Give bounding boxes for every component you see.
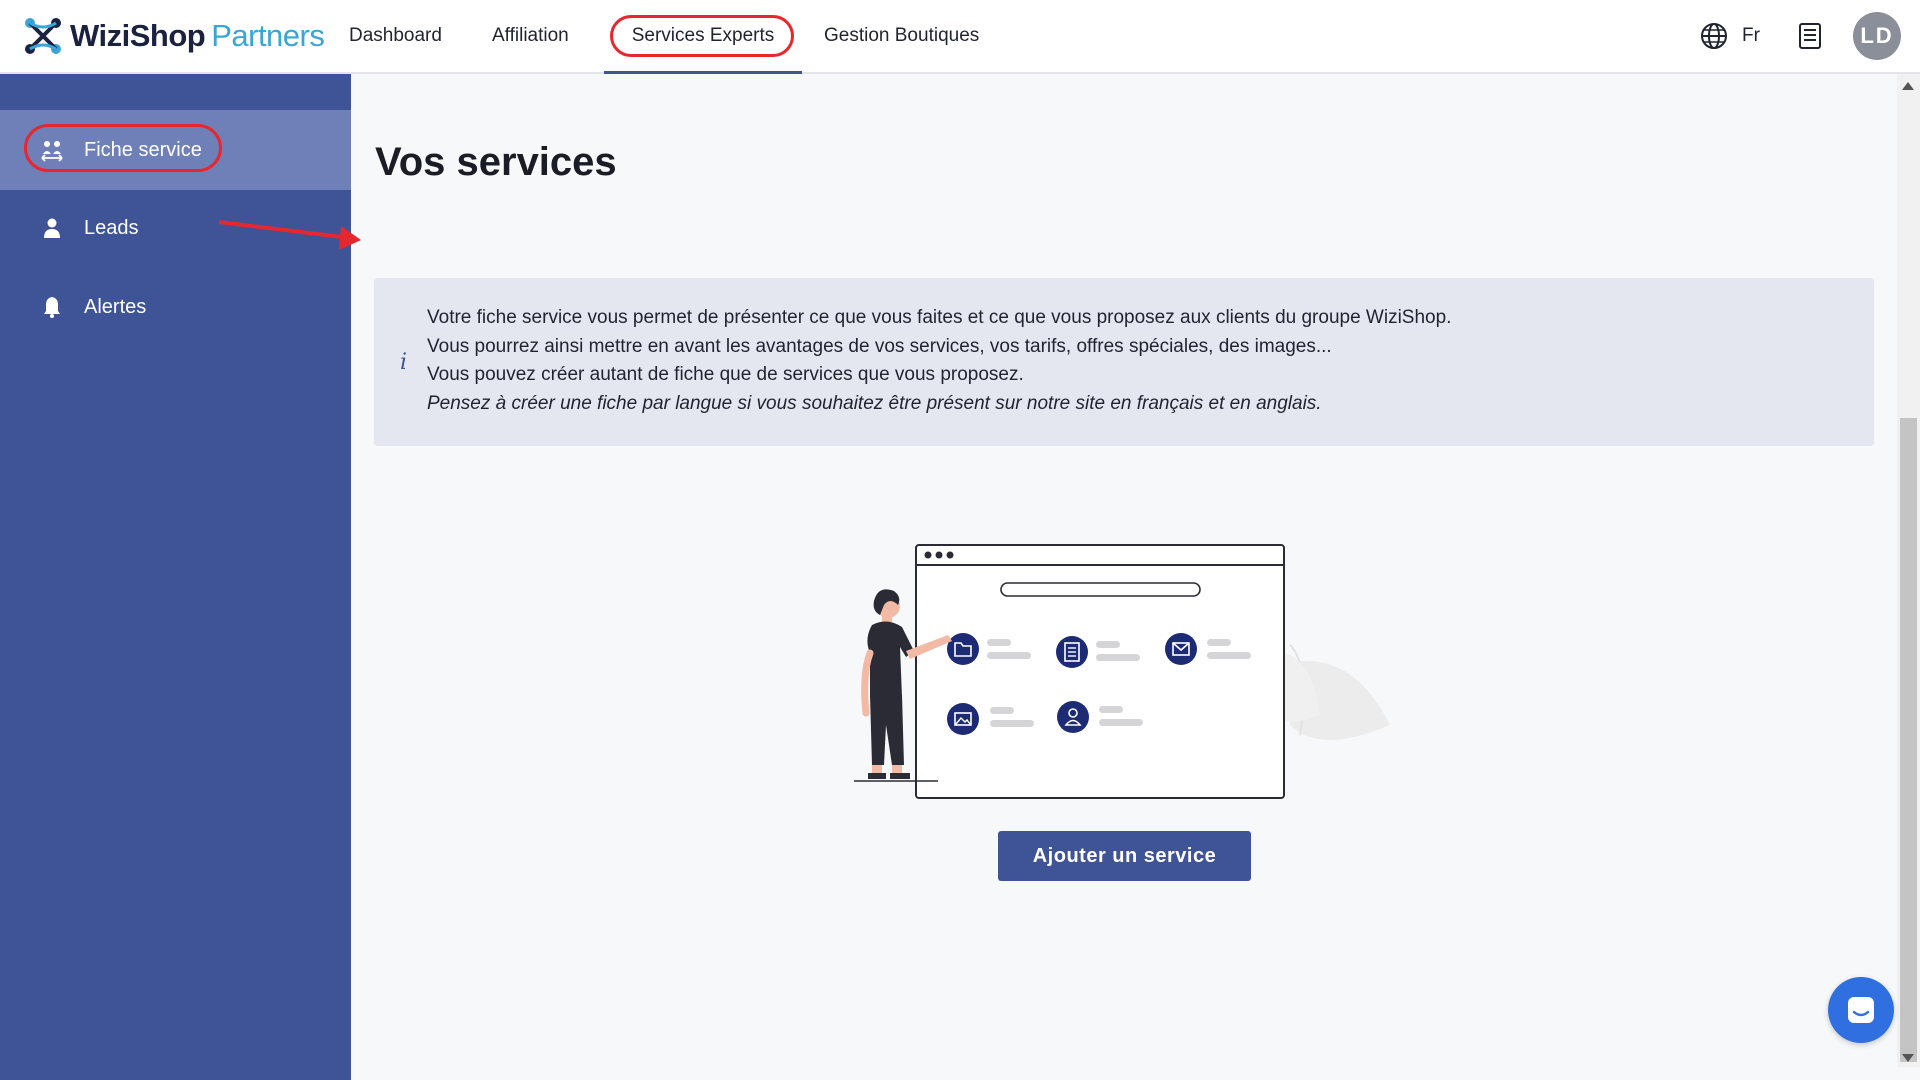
nav-affiliation[interactable]: Affiliation [492,0,569,74]
scrollbar-thumb[interactable] [1900,418,1917,1062]
sidebar-item-label: Alertes [84,295,147,318]
info-box: i Votre fiche service vous permet de pré… [374,278,1874,446]
chat-widget-button[interactable] [1828,977,1894,1043]
sidebar-item-fiche-service[interactable]: Fiche service [0,110,351,190]
sidebar: Fiche service Leads Alertes [0,74,361,1080]
nav-gestion-boutiques[interactable]: Gestion Boutiques [824,0,979,74]
info-line: Vous pourrez ainsi mettre en avant les a… [427,335,1332,357]
nav-dashboard[interactable]: Dashboard [349,0,442,74]
info-line-italic: Pensez à créer une fiche par langue si v… [427,392,1322,414]
scroll-up-arrow[interactable] [1902,82,1914,90]
top-bar: WiziShop Partners Dashboard Affiliation S… [0,0,1920,74]
empty-state-illustration [854,544,1390,799]
chat-icon [1848,997,1874,1023]
documentation-icon[interactable] [1797,22,1823,50]
nav-services-experts[interactable]: Services Experts [604,0,802,74]
globe-icon[interactable] [1700,22,1728,50]
user-avatar[interactable]: LD [1853,12,1901,60]
sidebar-item-label: Leads [84,216,139,239]
sidebar-item-label: Fiche service [84,138,202,161]
add-service-button[interactable]: Ajouter un service [998,831,1251,881]
info-line: Votre fiche service vous permet de prése… [427,307,1452,328]
scroll-down-arrow[interactable] [1902,1054,1914,1062]
logo-brand: WiziShop [70,18,206,53]
language-selector[interactable]: Fr [1742,22,1760,50]
user-icon [44,218,60,238]
bell-icon [44,297,60,318]
page-title: Vos services [375,140,617,184]
sidebar-item-leads[interactable]: Leads [0,188,351,268]
info-line: Vous pouvez créer autant de fiche que de… [427,364,1024,385]
sidebar-item-alertes[interactable]: Alertes [0,267,351,347]
people-arrows-icon [41,141,63,162]
info-icon: i [400,350,408,375]
logo-suffix: Partners [211,18,325,53]
wizishop-logo[interactable]: WiziShop Partners [22,14,325,58]
wizishop-logo-icon [25,18,61,54]
